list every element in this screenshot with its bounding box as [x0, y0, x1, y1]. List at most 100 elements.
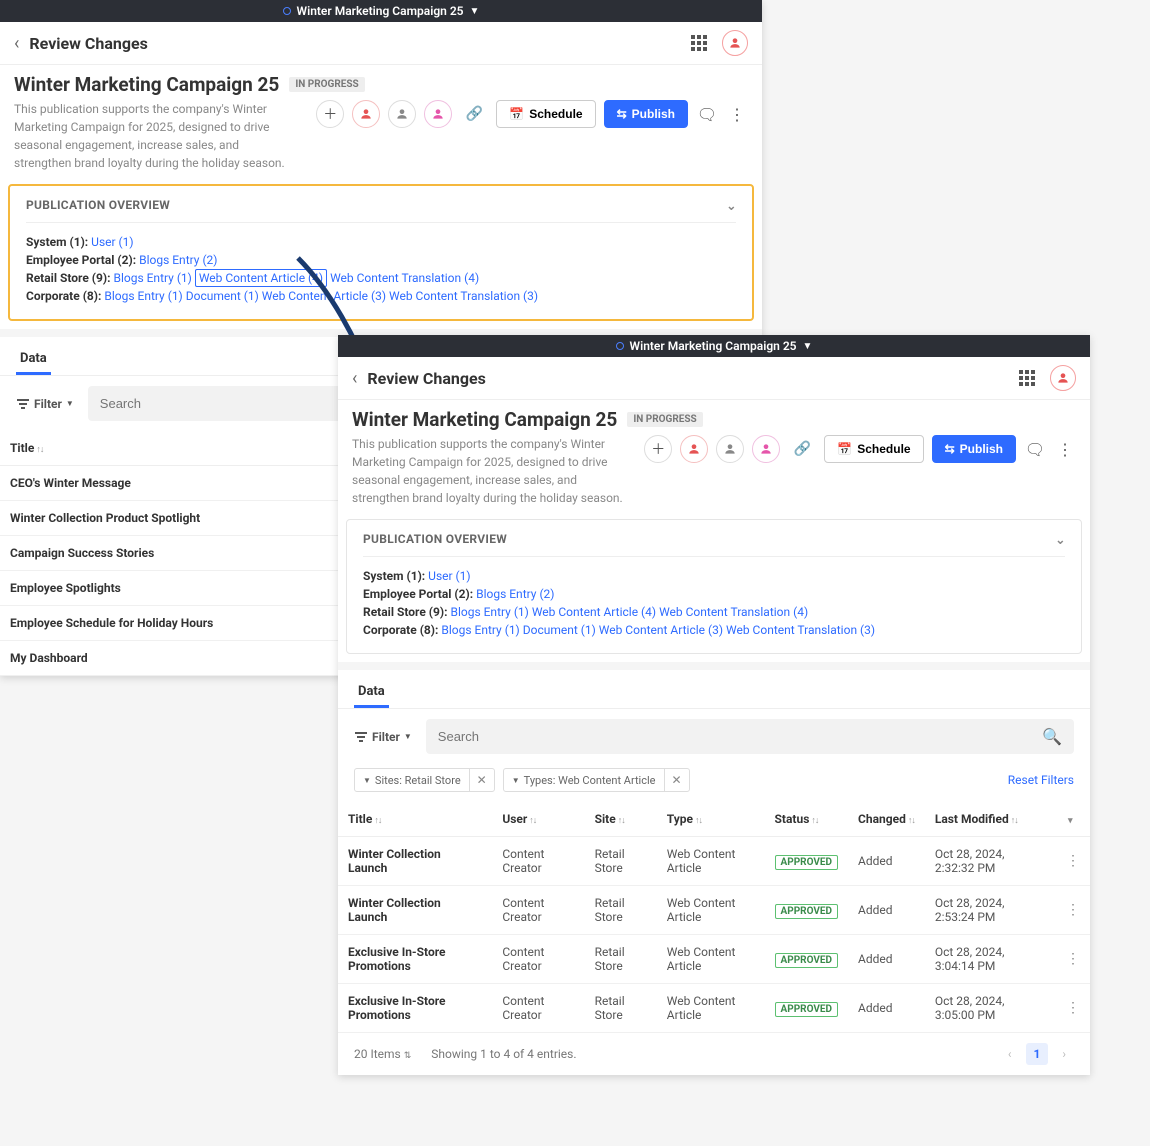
ov-link[interactable]: Blogs Entry (1) [104, 289, 182, 303]
publish-button[interactable]: ⇆Publish [932, 435, 1016, 463]
ov-link-highlighted[interactable]: Web Content Article (4) [195, 269, 327, 287]
row-kebab-icon[interactable]: ⋮ [1056, 886, 1090, 935]
filter-label: Filter [34, 397, 62, 411]
row-kebab-icon[interactable]: ⋮ [1056, 837, 1090, 886]
ov-label: Retail Store (9): [26, 271, 110, 285]
col-user[interactable]: User↑↓ [492, 802, 584, 837]
sync-icon: ⇆ [945, 442, 955, 456]
apps-icon[interactable] [690, 34, 708, 52]
col-changed[interactable]: Changed↑↓ [848, 802, 925, 837]
ov-link[interactable]: Web Content Translation (3) [389, 289, 538, 303]
col-modified[interactable]: Last Modified↑↓ [925, 802, 1056, 837]
chevron-up-icon[interactable]: ⌃ [726, 198, 736, 212]
filter-button[interactable]: Filter ▼ [16, 397, 74, 411]
ov-link[interactable]: Blogs Entry (2) [139, 253, 217, 267]
ov-label: Retail Store (9): [363, 605, 447, 619]
publication-overview: PUBLICATION OVERVIEW ⌃ System (1): User … [346, 519, 1082, 654]
ov-link[interactable]: Blogs Entry (1) [441, 623, 519, 637]
add-button[interactable]: ＋ [316, 100, 344, 128]
col-title[interactable]: Title↑↓ [338, 802, 492, 837]
kebab-menu-icon[interactable]: ⋮ [726, 105, 748, 124]
chip-remove-icon[interactable]: ✕ [469, 769, 494, 791]
cell-modified: Oct 28, 2024, 2:53:24 PM [925, 886, 1056, 935]
col-type[interactable]: Type↑↓ [657, 802, 765, 837]
ov-link[interactable]: Web Content Translation (3) [726, 623, 875, 637]
campaign-description: This publication supports the company's … [14, 100, 296, 172]
publish-button[interactable]: ⇆Publish [604, 100, 688, 128]
user-avatar-3[interactable] [424, 100, 452, 128]
page-current[interactable]: 1 [1026, 1043, 1049, 1065]
ov-link[interactable]: User (1) [91, 235, 133, 249]
cell-status: APPROVED [765, 837, 848, 886]
chevron-down-icon: ▼ [66, 399, 74, 408]
status-badge: IN PROGRESS [289, 77, 364, 92]
user-avatar-2[interactable] [716, 435, 744, 463]
schedule-button[interactable]: 📅Schedule [824, 435, 923, 463]
items-count[interactable]: 20 Items ⇅ [354, 1047, 411, 1061]
ov-link[interactable]: Web Content Translation (4) [330, 271, 479, 285]
filter-icon [354, 732, 368, 742]
ov-link[interactable]: Web Content Article (4) [532, 605, 656, 619]
link-icon[interactable]: 🔗 [460, 100, 488, 128]
search-icon[interactable]: 🔍 [1042, 727, 1062, 746]
col-site[interactable]: Site↑↓ [585, 802, 657, 837]
profile-icon[interactable] [1050, 365, 1076, 391]
topbar-title[interactable]: Winter Marketing Campaign 25 [297, 4, 464, 18]
ov-link[interactable]: Blogs Entry (1) [113, 271, 191, 285]
user-avatar-1[interactable] [352, 100, 380, 128]
topbar-title[interactable]: Winter Marketing Campaign 25 [630, 339, 797, 353]
table-row[interactable]: Exclusive In-Store Promotions Content Cr… [338, 935, 1090, 984]
col-status[interactable]: Status↑↓ [765, 802, 848, 837]
page-next-icon[interactable]: › [1054, 1043, 1074, 1065]
table-row[interactable]: Winter Collection Launch Content Creator… [338, 837, 1090, 886]
link-icon[interactable]: 🔗 [788, 435, 816, 463]
chevron-down-icon[interactable]: ▼ [470, 6, 480, 17]
cell-type: Web Content Article [657, 984, 765, 1033]
table-row[interactable]: Exclusive In-Store Promotions Content Cr… [338, 984, 1090, 1033]
sort-icon: ↑↓ [618, 816, 625, 826]
tab-data[interactable]: Data [16, 345, 51, 375]
user-avatar-3[interactable] [752, 435, 780, 463]
col-title[interactable]: Title↑↓ [0, 431, 330, 466]
col-menu[interactable]: ▾ [1056, 802, 1090, 837]
filter-button[interactable]: Filter ▼ [354, 730, 412, 744]
tab-data[interactable]: Data [354, 678, 389, 708]
back-icon[interactable]: ‹ [14, 33, 19, 54]
table-row[interactable]: Winter Collection Launch Content Creator… [338, 886, 1090, 935]
page-prev-icon[interactable]: ‹ [1000, 1043, 1020, 1065]
search-input[interactable] [426, 719, 1074, 754]
comments-icon[interactable]: 🗨 [1024, 440, 1046, 459]
ov-link[interactable]: User (1) [428, 569, 470, 583]
ov-link[interactable]: Blogs Entry (1) [450, 605, 528, 619]
ov-link[interactable]: Web Content Translation (4) [659, 605, 808, 619]
add-button[interactable]: ＋ [644, 435, 672, 463]
ov-link[interactable]: Blogs Entry (2) [476, 587, 554, 601]
comments-icon[interactable]: 🗨 [696, 105, 718, 124]
ov-link[interactable]: Document (1) [523, 623, 596, 637]
user-avatar-2[interactable] [388, 100, 416, 128]
cell-changed: Added [848, 837, 925, 886]
row-kebab-icon[interactable]: ⋮ [1056, 984, 1090, 1033]
ov-link[interactable]: Web Content Article (3) [262, 289, 386, 303]
schedule-label: Schedule [857, 442, 910, 456]
profile-icon[interactable] [722, 30, 748, 56]
calendar-icon: 📅 [509, 107, 524, 121]
status-dot-icon [616, 342, 624, 350]
cell-type: Web Content Article [657, 935, 765, 984]
apps-icon[interactable] [1018, 369, 1036, 387]
schedule-button[interactable]: 📅Schedule [496, 100, 595, 128]
chevron-down-icon[interactable]: ▼ [803, 341, 813, 352]
kebab-menu-icon[interactable]: ⋮ [1054, 440, 1076, 459]
chevron-up-icon[interactable]: ⌃ [1055, 532, 1065, 546]
sort-icon: ↑↓ [529, 816, 536, 826]
ov-link[interactable]: Document (1) [186, 289, 259, 303]
reset-filters-link[interactable]: Reset Filters [1008, 773, 1074, 787]
chip-remove-icon[interactable]: ✕ [664, 769, 689, 791]
user-avatar-1[interactable] [680, 435, 708, 463]
cell-user: Content Creator [492, 886, 584, 935]
sort-icon: ↑↓ [374, 816, 381, 826]
back-icon[interactable]: ‹ [352, 368, 357, 389]
row-kebab-icon[interactable]: ⋮ [1056, 935, 1090, 984]
ov-link[interactable]: Web Content Article (3) [599, 623, 723, 637]
campaign-title: Winter Marketing Campaign 25 [352, 408, 617, 431]
